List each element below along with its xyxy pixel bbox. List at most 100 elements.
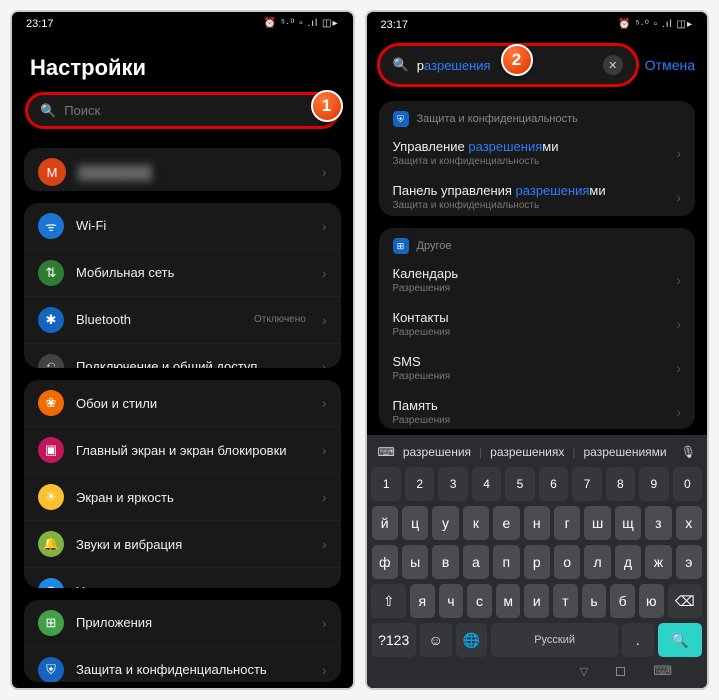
result-sub: Разрешения (393, 371, 682, 382)
suggestion[interactable]: разрешениями (583, 445, 666, 459)
search-result[interactable]: Календарь Разрешения › (379, 258, 696, 302)
settings-row[interactable]: ✱ Bluetooth Отключено › (24, 296, 341, 343)
search-result[interactable]: Управление разрешениями Защита и конфиде… (379, 131, 696, 175)
key[interactable]: ж (645, 545, 671, 579)
chevron-right-icon: › (322, 583, 327, 587)
key[interactable]: 5 (505, 467, 534, 501)
key[interactable]: 0 (673, 467, 702, 501)
suggestion[interactable]: разрешения (403, 445, 471, 459)
key-emoji[interactable]: ☺ (420, 623, 452, 657)
key[interactable]: ь (582, 584, 607, 618)
key[interactable]: е (493, 506, 519, 540)
key[interactable]: 3 (438, 467, 467, 501)
cancel-button[interactable]: Отмена (645, 57, 695, 73)
key[interactable]: щ (615, 506, 641, 540)
key[interactable]: п (493, 545, 519, 579)
status-time: 23:17 (26, 18, 54, 30)
key[interactable]: д (615, 545, 641, 579)
settings-row[interactable]: ⎌ Подключение и общий доступ › (24, 343, 341, 369)
search-result[interactable]: Контакты Разрешения › (379, 302, 696, 346)
key[interactable]: 8 (606, 467, 635, 501)
key[interactable]: х (676, 506, 702, 540)
settings-row[interactable]: ⊙ Уведомления и строка состояния › (24, 567, 341, 587)
key[interactable]: 6 (539, 467, 568, 501)
key[interactable]: а (463, 545, 489, 579)
key[interactable]: ф (372, 545, 398, 579)
keyboard-settings-icon[interactable]: ⌨ (378, 445, 395, 459)
key[interactable]: ц (402, 506, 428, 540)
row-icon: ❀ (38, 390, 64, 416)
key[interactable]: й (372, 506, 398, 540)
key[interactable]: и (524, 584, 549, 618)
key-period[interactable]: . (622, 623, 654, 657)
key[interactable]: о (554, 545, 580, 579)
key[interactable]: 9 (639, 467, 668, 501)
search-input[interactable]: 🔍 Поиск (26, 93, 339, 128)
mic-icon[interactable]: 🎙 (681, 445, 696, 459)
key[interactable]: ю (639, 584, 664, 618)
chevron-right-icon: › (322, 265, 327, 281)
key[interactable]: я (410, 584, 435, 618)
clear-icon[interactable]: ✕ (603, 55, 623, 75)
shield-icon: ⛨ (393, 111, 409, 127)
chevron-right-icon: › (322, 442, 327, 458)
suggestion[interactable]: разрешениях (490, 445, 564, 459)
key[interactable]: 4 (472, 467, 501, 501)
search-icon: 🔍 (393, 57, 409, 73)
key[interactable]: н (524, 506, 550, 540)
key[interactable]: 1 (371, 467, 400, 501)
row-icon: ⇅ (38, 260, 64, 286)
key[interactable]: з (645, 506, 671, 540)
key[interactable]: у (432, 506, 458, 540)
results-other: ⊞ Другое Календарь Разрешения ›Контакты … (379, 228, 696, 429)
key[interactable]: ы (402, 545, 428, 579)
search-result[interactable]: SMS Разрешения › (379, 346, 696, 390)
key[interactable]: 2 (405, 467, 434, 501)
row-icon: ⊙ (38, 578, 64, 587)
row-icon: ᯤ (38, 213, 64, 239)
key[interactable]: ч (439, 584, 464, 618)
key[interactable]: л (584, 545, 610, 579)
key[interactable]: ⌫ (668, 584, 702, 618)
key[interactable]: в (432, 545, 458, 579)
result-sub: Разрешения (393, 327, 682, 338)
key[interactable]: э (676, 545, 702, 579)
network-panel: ᯤ Wi-Fi › ⇅ Мобильная сеть › ✱ Bluetooth… (24, 203, 341, 369)
key-symbols[interactable]: ?123 (372, 623, 416, 657)
settings-row[interactable]: ▣ Главный экран и экран блокировки › (24, 426, 341, 473)
settings-row[interactable]: ⇅ Мобильная сеть › (24, 249, 341, 296)
key[interactable]: б (610, 584, 635, 618)
result-sub: Разрешения (393, 283, 682, 294)
key-space[interactable]: Русский (491, 623, 618, 657)
row-label: Wi-Fi (76, 218, 310, 233)
settings-row[interactable]: ᯤ Wi-Fi › (24, 203, 341, 249)
key[interactable]: ш (584, 506, 610, 540)
key[interactable]: с (467, 584, 492, 618)
chevron-right-icon: › (676, 272, 681, 288)
chevron-right-icon: › (322, 662, 327, 678)
status-bar: 23:17 ⏰ ⁵·⁰ ▫ .ıl ◫▸ (12, 12, 353, 35)
row-icon: ☀ (38, 484, 64, 510)
search-result[interactable]: Панель управления разрешениями Защита и … (379, 175, 696, 216)
result-sub: Защита и конфиденциальность (393, 200, 682, 211)
settings-row[interactable]: ⊞ Приложения › (24, 600, 341, 646)
key-search[interactable]: 🔍 (658, 623, 702, 657)
key[interactable]: 7 (572, 467, 601, 501)
key[interactable]: т (553, 584, 578, 618)
section-header: ⛨ Защита и конфиденциальность (379, 101, 696, 131)
key[interactable]: к (463, 506, 489, 540)
settings-row[interactable]: ⛨ Защита и конфиденциальность › (24, 646, 341, 682)
key[interactable]: ⇧ (371, 584, 405, 618)
step-badge-2: 2 (501, 44, 533, 76)
apps-panel: ⊞ Приложения › ⛨ Защита и конфиденциальн… (24, 600, 341, 682)
settings-row[interactable]: ☀ Экран и яркость › (24, 473, 341, 520)
settings-row[interactable]: ❀ Обои и стили › (24, 380, 341, 426)
key[interactable]: м (496, 584, 521, 618)
search-result[interactable]: Память Разрешения › (379, 390, 696, 429)
chevron-right-icon: › (322, 615, 327, 631)
key[interactable]: г (554, 506, 580, 540)
account-row[interactable]: M ████████ › (24, 148, 341, 191)
settings-row[interactable]: 🔔 Звуки и вибрация › (24, 520, 341, 567)
key-globe[interactable]: 🌐 (456, 623, 488, 657)
key[interactable]: р (524, 545, 550, 579)
